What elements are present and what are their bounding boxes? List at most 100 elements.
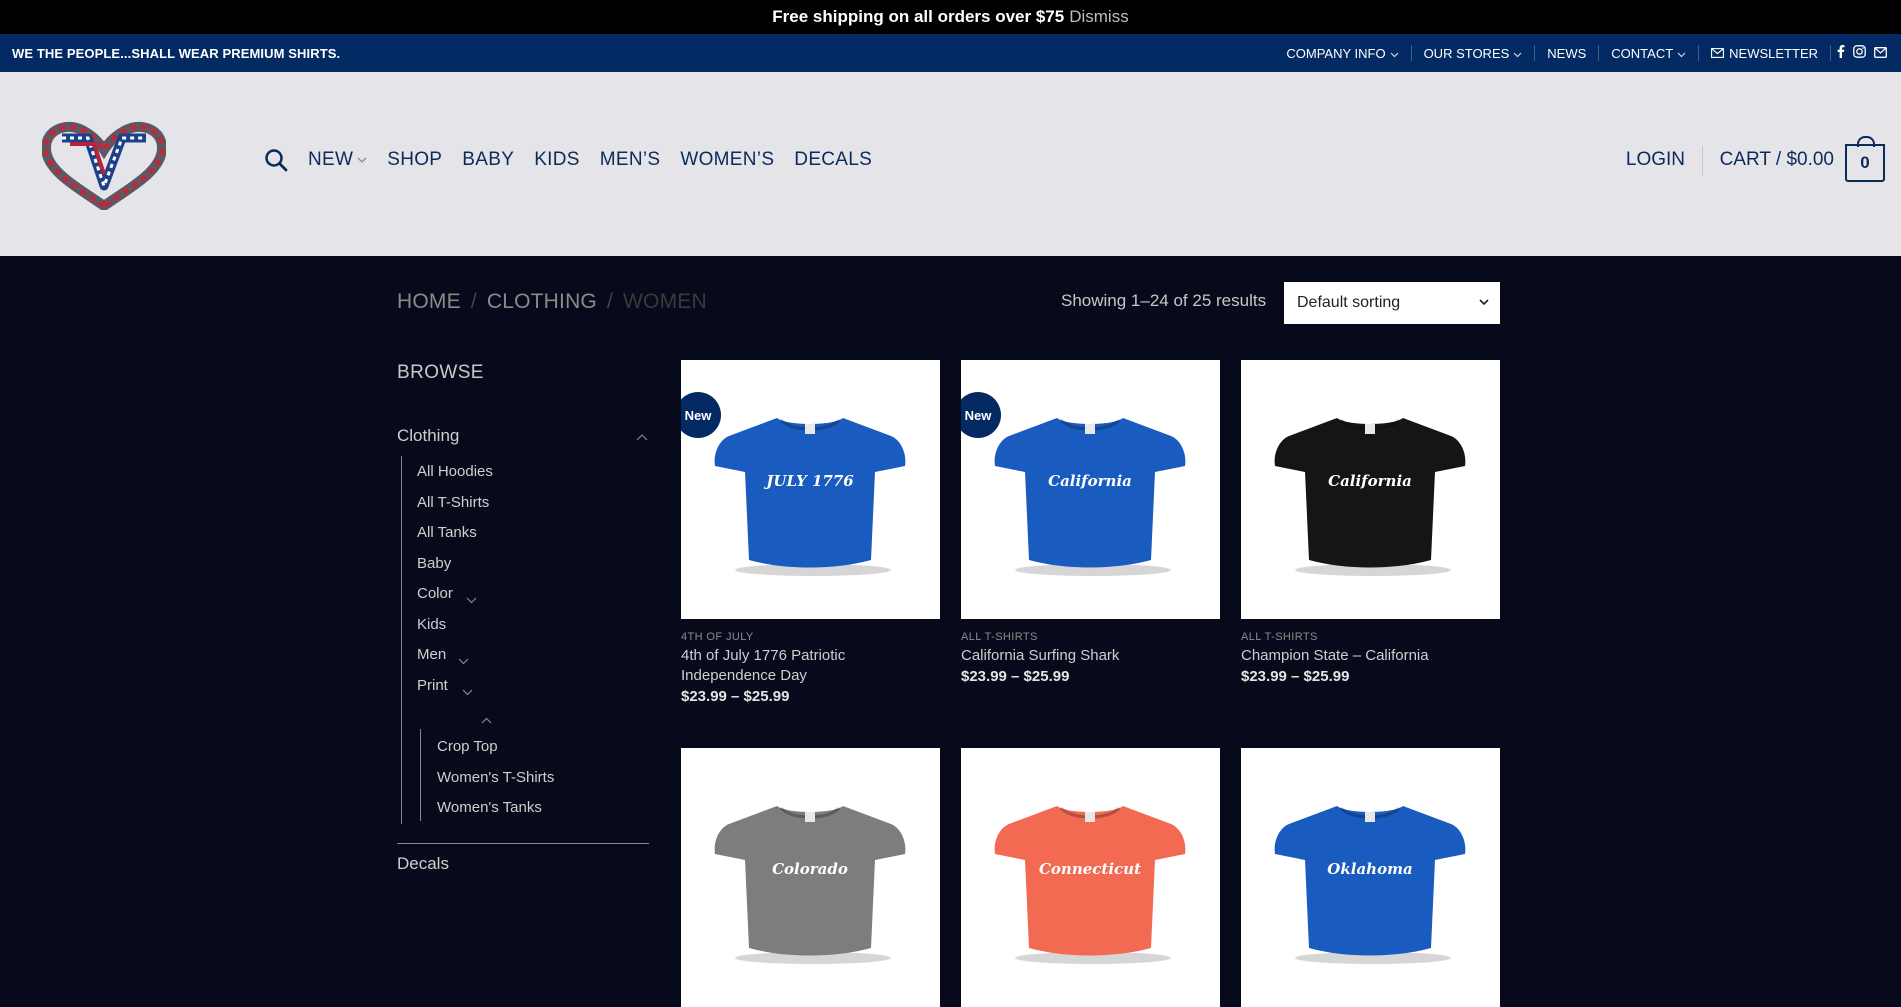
nav-kids[interactable]: KIDS bbox=[534, 149, 580, 171]
sidebar-item-all-tanks[interactable]: All Tanks bbox=[417, 524, 477, 541]
product-image[interactable]: California bbox=[1241, 360, 1500, 619]
chevron-down-icon[interactable] bbox=[466, 591, 477, 609]
sort-select[interactable]: Default sorting bbox=[1284, 282, 1500, 324]
product-card: JULY 1776 New 4TH OF JULY 4th of July 1776 … bbox=[681, 360, 940, 705]
product-card: California ALL T-SHIRTS Champion State – C… bbox=[1241, 360, 1500, 685]
sidebar-item-color[interactable]: Color bbox=[417, 585, 453, 602]
chevron-down-icon bbox=[357, 153, 367, 167]
top-nav-news[interactable]: NEWS bbox=[1534, 45, 1598, 61]
tshirt-image: Oklahoma bbox=[1274, 806, 1466, 964]
product-price: $23.99 – $25.99 bbox=[961, 668, 1070, 685]
chevron-up-icon[interactable] bbox=[636, 428, 648, 446]
chevron-up-icon[interactable] bbox=[481, 711, 492, 729]
tshirt-image: JULY 1776 bbox=[714, 418, 906, 576]
breadcrumb-separator: / bbox=[606, 290, 614, 313]
product-title[interactable]: 4th of July 1776 Patriotic Independence … bbox=[681, 646, 940, 686]
nav-decals[interactable]: DECALS bbox=[794, 149, 872, 171]
top-bar: WE THE PEOPLE...SHALL WEAR PREMIUM SHIRT… bbox=[0, 34, 1901, 72]
top-nav-our-stores[interactable]: OUR STORES bbox=[1410, 45, 1535, 61]
sidebar-item-clothing[interactable]: Clothing bbox=[397, 426, 459, 446]
tshirt-image: California bbox=[1274, 418, 1466, 576]
product-title[interactable]: California Surfing Shark bbox=[961, 646, 1220, 666]
sidebar-item-womens-t-shirts[interactable]: Women's T-Shirts bbox=[437, 769, 554, 786]
top-nav-company-info[interactable]: COMPANY INFO bbox=[1274, 45, 1410, 61]
breadcrumb-clothing[interactable]: CLOTHING bbox=[487, 290, 597, 314]
envelope-icon bbox=[1711, 48, 1725, 58]
top-nav-label: OUR STORES bbox=[1423, 45, 1510, 61]
site-logo[interactable] bbox=[40, 120, 168, 213]
sidebar-heading: BROWSE bbox=[397, 362, 484, 383]
top-nav-newsletter[interactable]: NEWSLETTER bbox=[1698, 45, 1830, 61]
top-nav: COMPANY INFO OUR STORES NEWS CONTACT NEW… bbox=[1274, 34, 1887, 72]
product-price: $23.99 – $25.99 bbox=[1241, 668, 1350, 685]
product-category[interactable]: 4TH OF JULY bbox=[681, 631, 940, 643]
nav-baby[interactable]: BABY bbox=[462, 149, 514, 171]
top-nav-label: NEWSLETTER bbox=[1729, 45, 1818, 61]
top-nav-label: COMPANY INFO bbox=[1286, 45, 1386, 61]
product-card: Colorado bbox=[681, 748, 940, 1007]
sidebar-tree-line bbox=[401, 456, 402, 824]
dismiss-link[interactable]: Dismiss bbox=[1069, 7, 1129, 27]
instagram-icon[interactable] bbox=[1853, 45, 1866, 61]
promo-text: Free shipping on all orders over $75 bbox=[772, 7, 1065, 26]
product-title[interactable]: Champion State – California bbox=[1241, 646, 1500, 666]
main-nav: NEW SHOP BABY KIDS MEN’S WOMEN’S DECALS bbox=[264, 148, 892, 172]
promo-bar: Free shipping on all orders over $75 Dis… bbox=[0, 0, 1901, 34]
sidebar-item-print[interactable]: Print bbox=[417, 677, 448, 694]
facebook-icon[interactable] bbox=[1837, 45, 1845, 61]
shirt-print-text: JULY 1776 bbox=[763, 472, 854, 490]
breadcrumb: HOME / CLOTHING / WOMEN bbox=[397, 290, 707, 314]
sidebar-item-all-hoodies[interactable]: All Hoodies bbox=[417, 463, 493, 480]
product-card: Connecticut bbox=[961, 748, 1220, 1007]
chevron-down-icon bbox=[1677, 46, 1686, 61]
chevron-down-icon[interactable] bbox=[458, 652, 469, 670]
site-header: NEW SHOP BABY KIDS MEN’S WOMEN’S DECALS … bbox=[0, 72, 1901, 256]
product-category[interactable]: ALL T-SHIRTS bbox=[961, 631, 1220, 643]
top-nav-contact[interactable]: CONTACT bbox=[1598, 45, 1698, 61]
chevron-down-icon[interactable] bbox=[462, 683, 473, 701]
shirt-print-text: California bbox=[1328, 472, 1412, 490]
sidebar-item-baby[interactable]: Baby bbox=[417, 555, 451, 572]
product-image[interactable]: JULY 1776 New bbox=[681, 360, 940, 619]
tshirt-image: Connecticut bbox=[994, 806, 1186, 964]
breadcrumb-separator: / bbox=[470, 290, 477, 313]
product-card: California New ALL T-SHIRTS California Surf… bbox=[961, 360, 1220, 685]
nav-mens[interactable]: MEN’S bbox=[600, 149, 661, 171]
sidebar-item-kids[interactable]: Kids bbox=[417, 616, 446, 633]
login-link[interactable]: LOGIN bbox=[1626, 149, 1685, 171]
sidebar-subtree-line bbox=[420, 729, 421, 821]
product-image[interactable]: Connecticut bbox=[961, 748, 1220, 1007]
shirt-print-text: California bbox=[1048, 472, 1132, 490]
breadcrumb-home[interactable]: HOME bbox=[397, 290, 461, 314]
sidebar-item-men[interactable]: Men bbox=[417, 646, 446, 663]
nav-shop[interactable]: SHOP bbox=[387, 149, 442, 171]
product-price: $23.99 – $25.99 bbox=[681, 688, 790, 705]
search-icon[interactable] bbox=[264, 148, 288, 172]
chevron-down-icon bbox=[1478, 295, 1490, 313]
nav-new[interactable]: NEW bbox=[308, 149, 367, 171]
shirt-print-text: Colorado bbox=[772, 860, 848, 878]
sidebar-item-decals[interactable]: Decals bbox=[397, 854, 449, 874]
nav-label: NEW bbox=[308, 149, 354, 170]
product-image[interactable]: Colorado bbox=[681, 748, 940, 1007]
product-category[interactable]: ALL T-SHIRTS bbox=[1241, 631, 1500, 643]
header-divider bbox=[1702, 146, 1703, 176]
social-links bbox=[1830, 45, 1887, 61]
chevron-down-icon bbox=[1390, 46, 1399, 61]
cart-count-icon[interactable]: 0 bbox=[1845, 136, 1885, 182]
sidebar-item-crop-top[interactable]: Crop Top bbox=[437, 738, 498, 755]
product-image[interactable]: California New bbox=[961, 360, 1220, 619]
cart-link[interactable]: CART / $0.00 bbox=[1720, 149, 1834, 171]
email-icon[interactable] bbox=[1874, 46, 1887, 61]
breadcrumb-current: WOMEN bbox=[623, 290, 707, 313]
product-card: Oklahoma bbox=[1241, 748, 1500, 1007]
sidebar-item-all-t-shirts[interactable]: All T-Shirts bbox=[417, 494, 489, 511]
product-image[interactable]: Oklahoma bbox=[1241, 748, 1500, 1007]
tshirt-image: California bbox=[994, 418, 1186, 576]
top-nav-label: NEWS bbox=[1547, 45, 1587, 61]
tshirt-image: Colorado bbox=[714, 806, 906, 964]
sidebar-item-womens-tanks[interactable]: Women's Tanks bbox=[437, 799, 542, 816]
nav-womens[interactable]: WOMEN’S bbox=[680, 149, 774, 171]
chevron-down-icon bbox=[1513, 46, 1522, 61]
sort-selected-value: Default sorting bbox=[1297, 294, 1401, 311]
